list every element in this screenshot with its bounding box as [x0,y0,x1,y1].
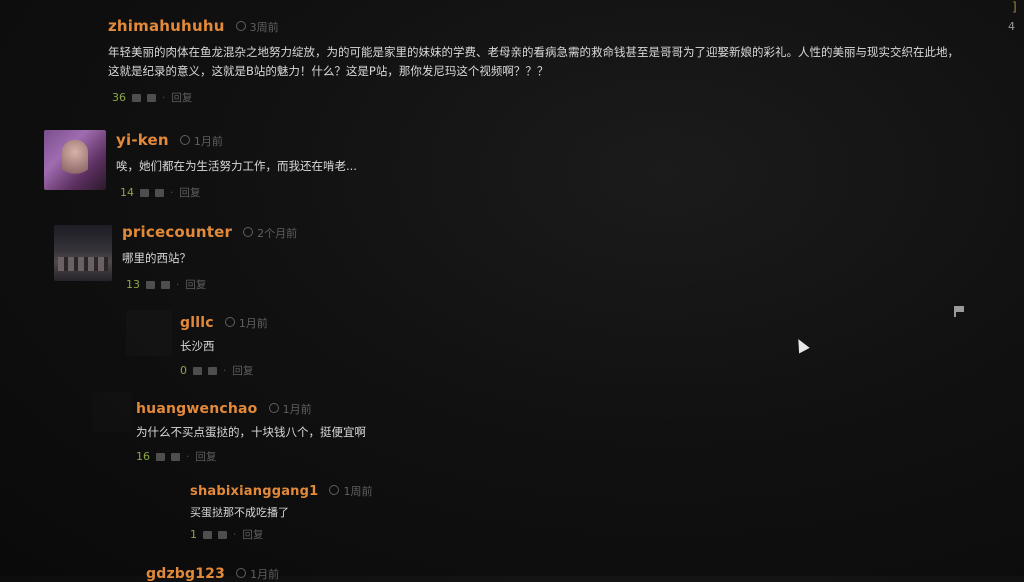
comment-time: 1月前 [193,135,223,148]
username-link[interactable]: zhimahuhuhu [108,17,225,35]
comment-2: yi-ken 1月前 唉，她们都在为生活努力工作，而我还在啃老... 14 · … [116,130,816,200]
comment-3: pricecounter 2个月前 哪里的西站？ 13 · 回复 [122,222,822,292]
thumbs-down-icon[interactable] [155,188,164,197]
avatar[interactable] [92,392,132,432]
thumbs-up-icon[interactable] [132,93,141,102]
reply-3: shabixianggang1 1周前 买蛋挞那不成吃播了 1 · 回复 [190,480,790,542]
comment-text: 为什么不买点蛋挞的，十块钱八个，挺便宜啊 [136,425,366,439]
separator-dot: · [162,91,166,104]
like-count: 16 [136,450,150,463]
comment-actions: 0 · 回复 [180,363,780,378]
thumbs-up-icon[interactable] [156,452,165,461]
username-link[interactable]: shabixianggang1 [190,484,318,499]
comment-actions: 14 · 回复 [120,185,816,200]
thumbs-up-icon[interactable] [146,280,155,289]
thumbs-up-icon[interactable] [140,188,149,197]
reply-button[interactable]: 回复 [179,185,200,200]
separator-dot: · [176,278,180,291]
separator-dot: · [233,528,237,541]
avatar[interactable] [54,225,112,281]
like-count: 36 [112,91,126,104]
clock-icon [329,484,340,495]
like-count: 0 [180,364,187,377]
clock-icon [224,316,235,327]
username-link[interactable]: yi-ken [116,131,169,149]
thumbs-down-icon[interactable] [208,366,217,375]
comment-1: zhimahuhuhu 3周前 年轻美丽的肉体在鱼龙混杂之地努力绽放，为的可能是… [108,16,1008,105]
comment-actions: 13 · 回复 [126,277,822,292]
comment-time: 1月前 [282,403,312,416]
clock-icon [243,226,254,237]
thumbs-down-icon[interactable] [218,530,227,539]
reply-button[interactable]: 回复 [242,527,263,542]
comment-time: 1月前 [238,317,268,330]
comment-partial: gdzbg123 1月前 [146,563,546,582]
clock-icon [235,20,246,31]
comment-text: 年轻美丽的肉体在鱼龙混杂之地努力绽放，为的可能是家里的妹妹的学费、老母亲的看病急… [108,43,1008,81]
clock-icon [179,134,190,145]
like-count: 14 [120,186,134,199]
thumbs-down-icon[interactable] [171,452,180,461]
username-link[interactable]: huangwenchao [136,401,258,417]
comment-text: 唉，她们都在为生活努力工作，而我还在啃老... [116,159,357,173]
separator-dot: · [186,450,190,463]
edge-glyph: ] [1012,0,1017,14]
clock-icon [236,567,247,578]
comment-time: 3周前 [249,21,279,34]
comment-time: 2个月前 [257,227,298,240]
username-link[interactable]: gdzbg123 [146,566,225,582]
reply-button[interactable]: 回复 [185,277,206,292]
separator-dot: · [223,364,227,377]
separator-dot: · [170,186,174,199]
comment-text: 买蛋挞那不成吃播了 [190,506,289,519]
comment-actions: 36 · 回复 [112,90,1008,105]
username-link[interactable]: pricecounter [122,223,232,241]
comment-time: 1周前 [343,485,373,498]
username-link[interactable]: glllc [180,315,214,331]
thumbs-down-icon[interactable] [147,93,156,102]
reply-button[interactable]: 回复 [232,363,253,378]
thumbs-up-icon[interactable] [193,366,202,375]
avatar[interactable] [44,130,106,190]
comment-actions: 16 · 回复 [136,449,736,464]
comment-time: 1月前 [250,568,280,581]
like-count: 1 [190,528,197,541]
comment-text-line-1: 年轻美丽的肉体在鱼龙混杂之地努力绽放，为的可能是家里的妹妹的学费、老母亲的看病急… [108,45,959,59]
comment-actions: 1 · 回复 [190,527,790,542]
comment-text-line-2: 这就是纪录的意义，这就是B站的魅力！什么？这是P站，那你发尼玛这个视频啊？？？ [108,64,549,78]
thumbs-down-icon[interactable] [161,280,170,289]
comment-text: 长沙西 [180,339,215,353]
reply-2: huangwenchao 1月前 为什么不买点蛋挞的，十块钱八个，挺便宜啊 16… [136,398,736,464]
comment-text: 哪里的西站？ [122,251,191,265]
flag-icon[interactable] [954,306,966,317]
avatar[interactable] [126,310,172,356]
reply-1: glllc 1月前 长沙西 0 · 回复 [180,312,780,378]
mouse-cursor-icon [793,336,810,354]
reply-button[interactable]: 回复 [195,449,216,464]
edge-number: 4 [1008,20,1015,33]
thumbs-up-icon[interactable] [203,530,212,539]
like-count: 13 [126,278,140,291]
reply-button[interactable]: 回复 [171,90,192,105]
clock-icon [268,402,279,413]
